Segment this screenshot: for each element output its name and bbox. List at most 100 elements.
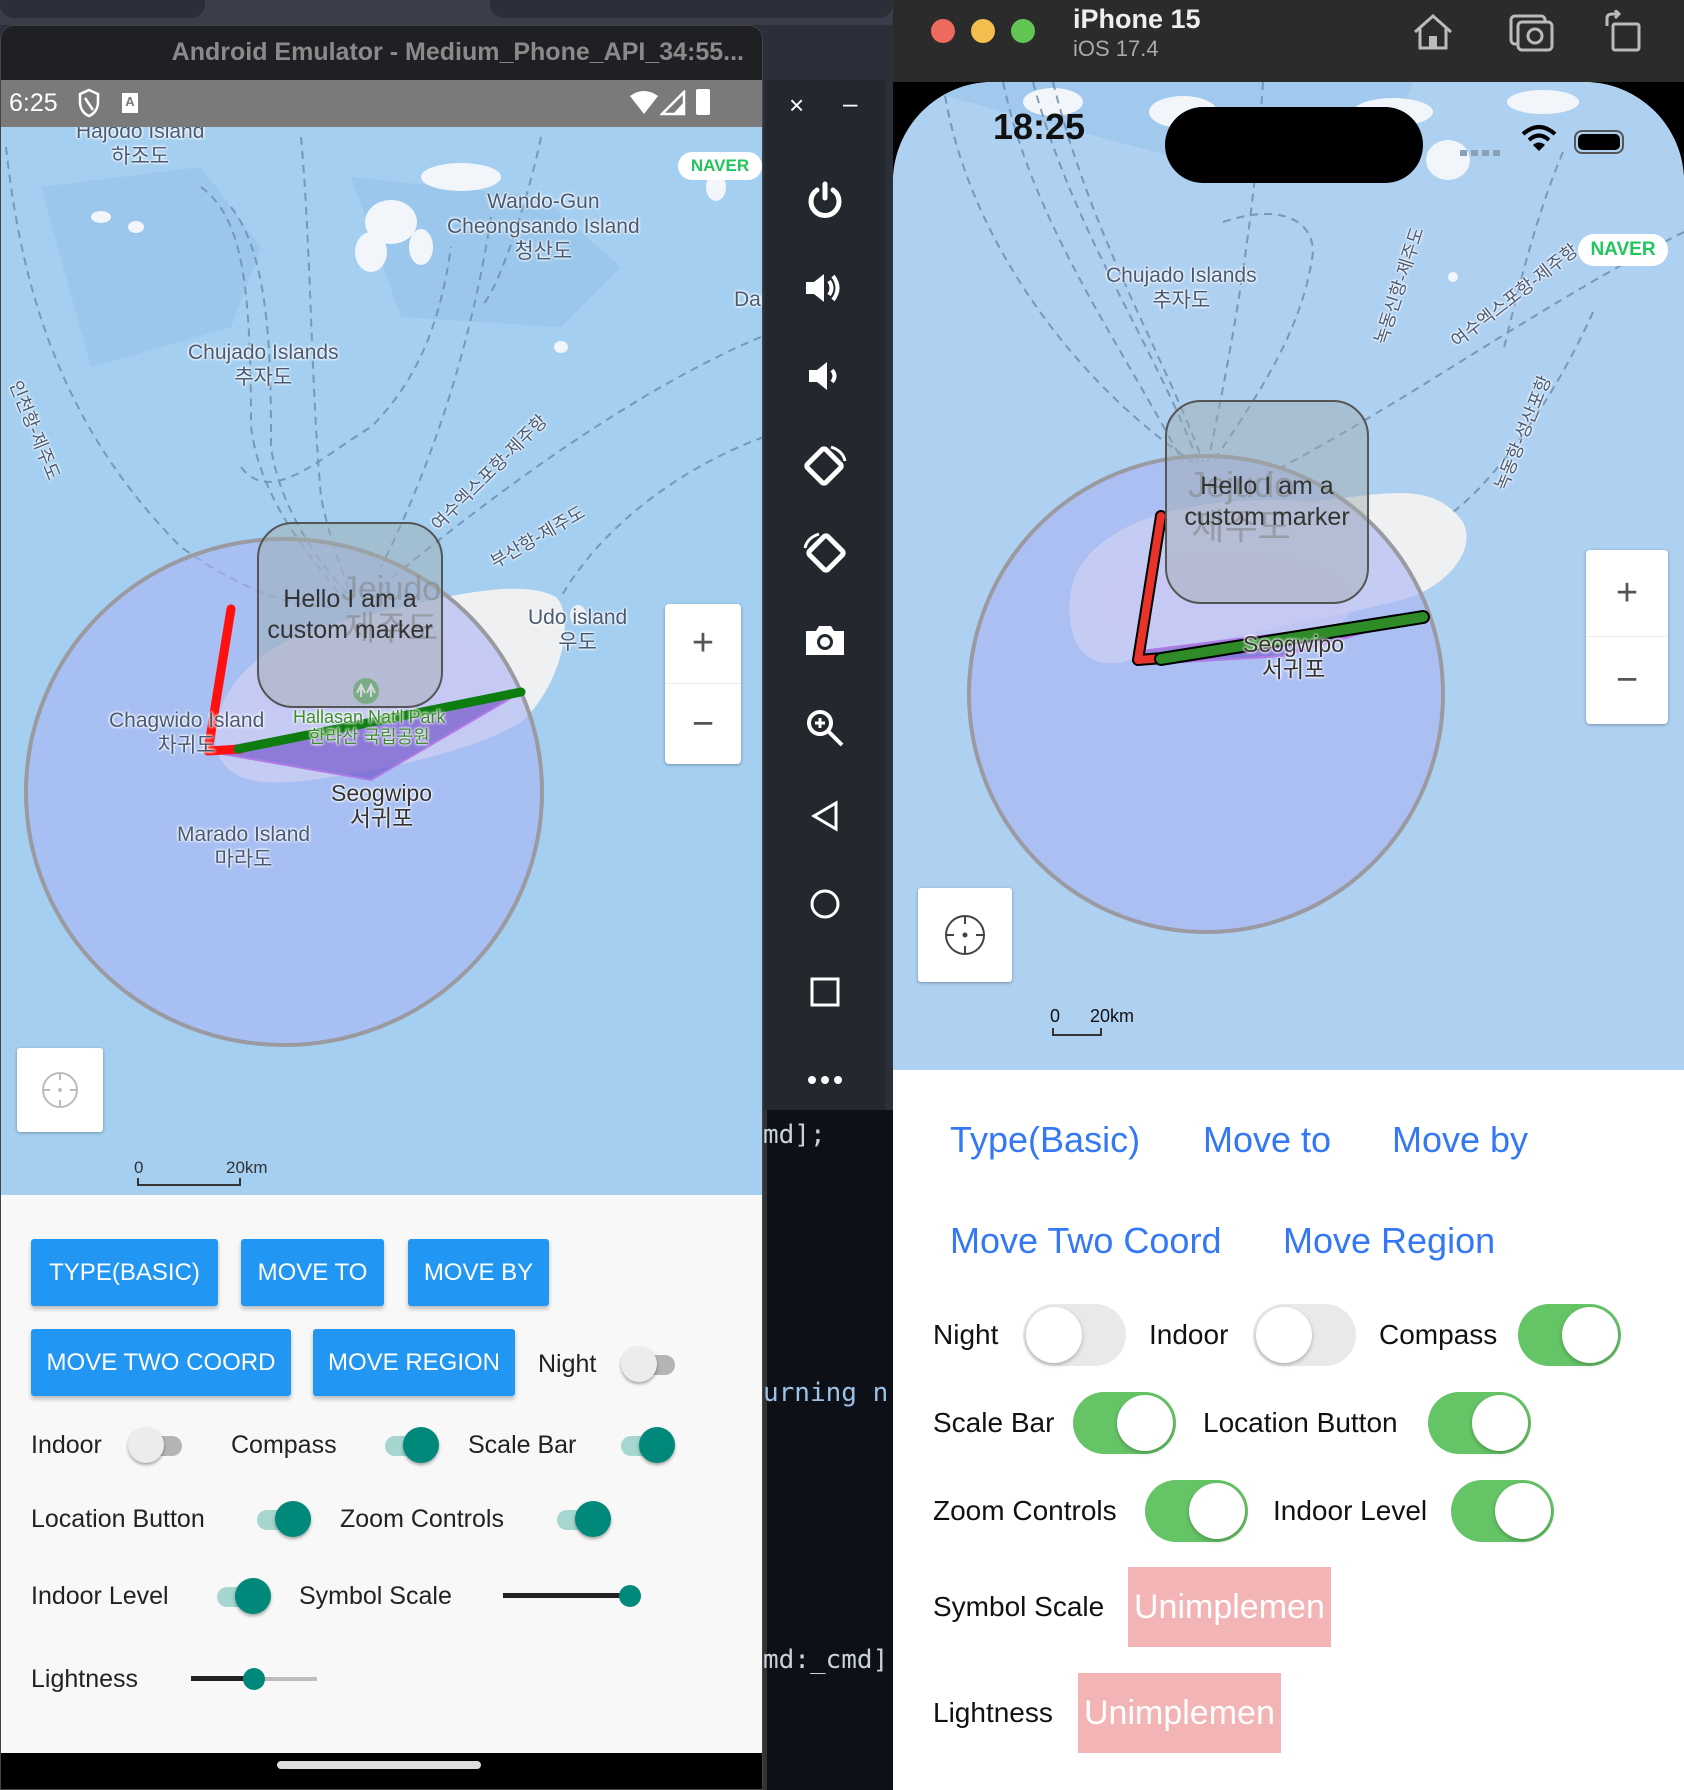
slider-thumb[interactable] xyxy=(619,1585,641,1607)
zoom-out-button[interactable]: − xyxy=(665,684,741,764)
crosshair-icon xyxy=(945,915,985,955)
scale-bar-label: Scale Bar xyxy=(468,1431,577,1459)
home-icon[interactable] xyxy=(1411,12,1455,57)
code-line: md:_cmd] xyxy=(763,1645,889,1675)
naver-logo[interactable]: NAVER xyxy=(678,152,762,180)
battery-icon xyxy=(1574,130,1624,154)
location-button-switch[interactable] xyxy=(251,1499,311,1539)
signal-icon xyxy=(658,88,686,123)
scale-bar-switch[interactable] xyxy=(615,1425,675,1465)
ios-map-view[interactable]: 18:25 Chujado Islands 추자도 녹동신항-제주도 여수엑스포항… xyxy=(893,82,1684,1070)
night-switch[interactable] xyxy=(1023,1304,1126,1366)
compass-switch[interactable] xyxy=(379,1425,439,1465)
lightness-label: Lightness xyxy=(31,1665,139,1693)
zoom-in-button[interactable]: + xyxy=(665,604,741,684)
android-map-view[interactable]: Hajodo Island 하조도 Wando-Gun Cheongsando Is… xyxy=(1,127,762,1195)
move-region-button[interactable]: Move Region xyxy=(1283,1219,1495,1263)
battery-icon xyxy=(696,89,710,115)
power-button[interactable] xyxy=(765,170,885,230)
move-by-button[interactable]: Move by xyxy=(1392,1118,1528,1162)
type-basic-button[interactable]: TYPE(BASIC) xyxy=(31,1239,218,1306)
zoom-in-button[interactable]: + xyxy=(1586,550,1668,637)
move-region-button[interactable]: MOVE REGION xyxy=(313,1329,515,1396)
location-button-switch[interactable] xyxy=(1428,1392,1531,1454)
back-button[interactable] xyxy=(765,786,885,846)
dynamic-island xyxy=(1165,107,1423,183)
close-emulator-button[interactable]: × xyxy=(789,90,804,121)
map-label: Marado Island 마라도 xyxy=(177,823,311,871)
code-editor-fragment: md]; urning n md:_cmd] xyxy=(763,1110,893,1790)
location-button[interactable] xyxy=(918,888,1012,982)
volume-down-icon xyxy=(809,362,837,390)
move-to-button[interactable]: Move to xyxy=(1203,1118,1331,1162)
indoor-switch[interactable] xyxy=(128,1425,188,1465)
custom-marker[interactable]: Hello I am a custom marker xyxy=(257,522,443,708)
overview-icon xyxy=(810,977,840,1007)
power-icon xyxy=(808,181,842,218)
signal-icon xyxy=(1460,150,1502,156)
type-basic-button[interactable]: Type(Basic) xyxy=(950,1118,1140,1162)
location-button[interactable] xyxy=(17,1048,103,1132)
zoom-out-button[interactable]: − xyxy=(1586,637,1668,724)
volume-up-button[interactable] xyxy=(765,258,885,318)
move-two-coord-button[interactable]: MOVE TWO COORD xyxy=(31,1329,291,1396)
night-switch[interactable] xyxy=(621,1344,681,1384)
rotate-right-button[interactable] xyxy=(765,522,885,582)
minimize-emulator-button[interactable]: – xyxy=(843,88,857,119)
minimize-window-button[interactable] xyxy=(971,19,995,43)
indoor-label: Indoor xyxy=(1149,1319,1229,1350)
compass-label: Compass xyxy=(1379,1319,1498,1350)
zoom-controls-label: Zoom Controls xyxy=(340,1505,504,1533)
symbol-scale-label: Symbol Scale xyxy=(299,1582,452,1610)
indoor-level-switch[interactable] xyxy=(211,1576,271,1616)
location-button-label: Location Button xyxy=(31,1505,205,1533)
lightness-label: Lightness xyxy=(933,1697,1053,1728)
move-to-button[interactable]: MOVE TO xyxy=(241,1239,384,1306)
move-by-button[interactable]: MOVE BY xyxy=(408,1239,549,1306)
home-gesture-bar[interactable] xyxy=(277,1761,481,1769)
scale-distance: 20km xyxy=(1090,1006,1135,1026)
zoom-button[interactable] xyxy=(765,698,885,758)
indoor-level-switch[interactable] xyxy=(1451,1480,1554,1542)
scale-zero: 0 xyxy=(134,1158,144,1177)
map-label: Hallasan Nat'l Park 한라산 국립공원 xyxy=(293,707,446,747)
volume-up-icon xyxy=(806,274,840,302)
indoor-switch[interactable] xyxy=(1253,1304,1356,1366)
zoom-window-button[interactable] xyxy=(1011,19,1035,43)
volume-down-button[interactable] xyxy=(765,346,885,406)
lightness-slider[interactable] xyxy=(191,1664,317,1694)
map-label: Udo island 우도 xyxy=(528,606,628,654)
camera-icon xyxy=(806,626,844,655)
a-notification-icon: A xyxy=(122,93,138,113)
shield-icon xyxy=(77,88,101,125)
rotate-icon[interactable] xyxy=(1603,8,1643,57)
map-label: Seogwipo 서귀포 xyxy=(1243,631,1345,682)
naver-logo[interactable]: NAVER xyxy=(1578,234,1668,266)
zoom-controls-switch[interactable] xyxy=(551,1499,611,1539)
slider-thumb[interactable] xyxy=(243,1668,265,1690)
zoom-controls-switch[interactable] xyxy=(1145,1480,1248,1542)
custom-marker[interactable]: Hello I am a custom marker xyxy=(1165,400,1369,604)
more-button[interactable] xyxy=(765,1050,885,1110)
symbol-scale-slider[interactable] xyxy=(503,1581,641,1611)
wifi-icon xyxy=(1521,124,1557,157)
indoor-level-label: Indoor Level xyxy=(31,1582,169,1610)
indoor-label: Indoor xyxy=(31,1431,102,1459)
home-icon xyxy=(810,889,840,919)
os-version: iOS 17.4 xyxy=(1073,36,1159,61)
home-button[interactable] xyxy=(765,874,885,934)
rotate-right-icon xyxy=(803,532,846,573)
overview-button[interactable] xyxy=(765,962,885,1022)
zoom-icon xyxy=(807,710,844,747)
screenshot-icon[interactable] xyxy=(1509,12,1555,57)
zoom-controls: + − xyxy=(665,604,741,764)
ios-simulator-window: iPhone 15 iOS 17.4 18:25 Chujado Islands… xyxy=(893,0,1684,1790)
screenshot-button[interactable] xyxy=(765,610,885,670)
compass-switch[interactable] xyxy=(1518,1304,1621,1366)
scale-bar-switch[interactable] xyxy=(1073,1392,1176,1454)
close-window-button[interactable] xyxy=(931,19,955,43)
compass-label: Compass xyxy=(231,1431,337,1459)
scale-line xyxy=(1052,1028,1102,1036)
rotate-left-button[interactable] xyxy=(765,435,885,495)
move-two-coord-button[interactable]: Move Two Coord xyxy=(950,1219,1221,1263)
